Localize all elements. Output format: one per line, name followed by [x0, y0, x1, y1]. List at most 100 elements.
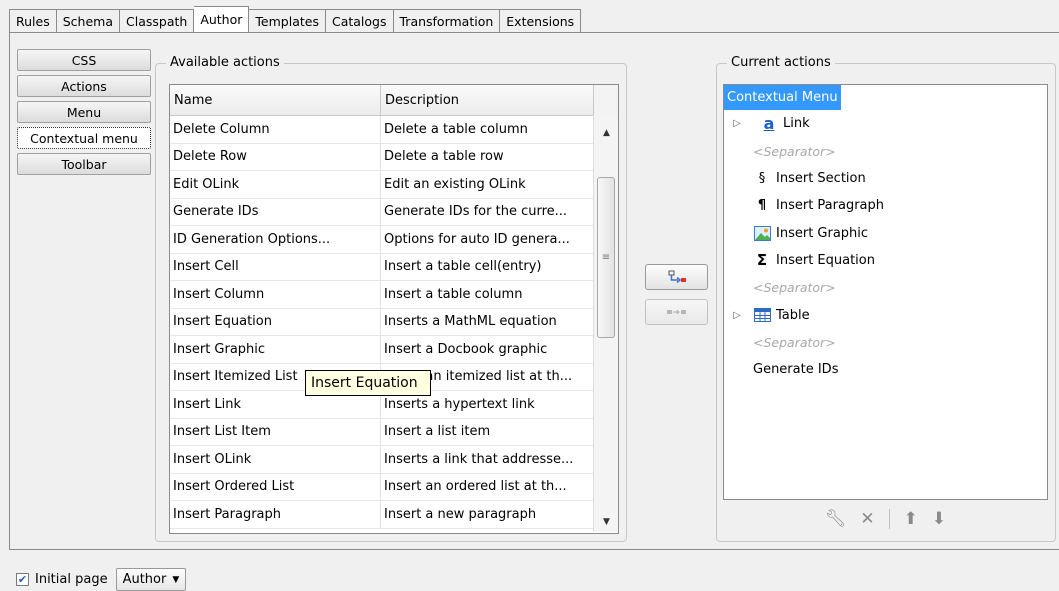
- action-description-cell: Insert a list item: [384, 424, 491, 440]
- tab-schema[interactable]: Schema: [56, 9, 120, 33]
- tab-author[interactable]: Author: [194, 6, 250, 32]
- current-actions-tree[interactable]: Contextual Menu ▷ a Link <Separator> § I…: [723, 84, 1048, 500]
- column-header-filler: [594, 85, 618, 115]
- scroll-down-icon[interactable]: ▼: [594, 512, 619, 532]
- side-tab-menu[interactable]: Menu: [17, 101, 151, 123]
- tab-catalogs[interactable]: Catalogs: [325, 9, 394, 33]
- edit-wrench-icon[interactable]: 🔧︎: [825, 509, 847, 529]
- action-description-cell: Insert a Docbook graphic: [384, 341, 548, 357]
- action-name-cell: Insert Cell: [170, 253, 381, 280]
- action-name-cell: Delete Column: [170, 116, 381, 143]
- table-header: Name Description: [170, 85, 618, 116]
- table-row[interactable]: Edit OLink Edit an existing OLink: [170, 171, 618, 199]
- action-name-cell: Generate IDs: [170, 198, 381, 225]
- action-name-cell: Insert Equation: [170, 308, 381, 335]
- side-tab-actions[interactable]: Actions: [17, 75, 151, 97]
- checkmark-icon: ✔: [17, 573, 28, 586]
- tree-separator[interactable]: <Separator>: [753, 331, 836, 353]
- pilcrow-icon: ¶: [757, 197, 767, 213]
- initial-page-checkbox[interactable]: ✔: [16, 573, 29, 586]
- action-name-cell: Insert Paragraph: [170, 501, 381, 528]
- tab-templates[interactable]: Templates: [249, 9, 326, 33]
- expand-icon[interactable]: ▷: [733, 118, 741, 129]
- table-scrollbar[interactable]: ▲ ≡ ▼: [593, 115, 618, 532]
- tab-extensions[interactable]: Extensions: [500, 9, 582, 33]
- tab-classpath[interactable]: Classpath: [120, 9, 195, 33]
- action-name-cell: Insert Graphic: [170, 336, 381, 363]
- tab-bar: Rules Schema Classpath Author Templates …: [9, 6, 582, 33]
- bottom-bar: ✔ Initial page Author ▼: [16, 568, 187, 591]
- tab-transformation[interactable]: Transformation: [393, 9, 501, 33]
- table-row[interactable]: Insert OLink Inserts a link that addresse…: [170, 446, 618, 474]
- move-down-icon[interactable]: ⬇︎: [932, 509, 946, 529]
- scroll-thumb[interactable]: ≡: [597, 177, 615, 338]
- tree-root-contextual-menu[interactable]: Contextual Menu: [724, 85, 841, 110]
- action-description-cell: Inserts a link that addresse...: [384, 451, 574, 467]
- action-name-cell: Delete Row: [170, 143, 381, 170]
- table-row[interactable]: Insert Column Insert a table column: [170, 281, 618, 309]
- link-a-icon: a: [763, 113, 775, 133]
- action-description-cell: Generate IDs for the curre...: [384, 204, 568, 220]
- image-icon: [753, 225, 771, 241]
- tree-item-insert-section[interactable]: § Insert Section: [753, 167, 866, 189]
- table-row[interactable]: Insert List Item Insert a list item: [170, 418, 618, 446]
- sigma-icon: Σ: [756, 251, 768, 269]
- delete-icon[interactable]: ✕: [860, 509, 874, 529]
- table-row[interactable]: ID Generation Options... Options for auto…: [170, 226, 618, 254]
- action-name-cell: ID Generation Options...: [170, 226, 381, 253]
- add-to-menu-icon: [668, 270, 686, 284]
- available-actions-table[interactable]: Name Description Delete Column Delete a t…: [169, 84, 619, 534]
- initial-page-select[interactable]: Author ▼: [115, 568, 187, 591]
- tree-item-generate-ids[interactable]: Generate IDs: [753, 358, 838, 380]
- remove-action-button[interactable]: [645, 299, 708, 325]
- toolbar-divider: [888, 509, 890, 529]
- action-description-cell: Insert a table cell(entry): [384, 259, 542, 275]
- action-description-cell: Edit an existing OLink: [384, 176, 526, 192]
- add-action-button[interactable]: [645, 264, 708, 290]
- table-body: Delete Column Delete a table column Delete…: [170, 116, 618, 529]
- action-name-cell: Insert Column: [170, 281, 381, 308]
- scroll-up-icon[interactable]: ▲: [594, 123, 619, 143]
- action-description-cell: Insert a table column: [384, 286, 523, 302]
- move-item-icon: [666, 309, 686, 315]
- tree-item-insert-equation[interactable]: Σ Insert Equation: [753, 249, 875, 271]
- move-up-icon[interactable]: ⬆︎: [904, 509, 918, 529]
- tree-item-insert-graphic[interactable]: Insert Graphic: [753, 222, 868, 244]
- side-tab-css[interactable]: CSS: [17, 49, 151, 71]
- action-description-cell: Insert a new paragraph: [384, 506, 537, 522]
- action-description-cell: Delete a table row: [384, 149, 504, 165]
- table-row[interactable]: Generate IDs Generate IDs for the curre..…: [170, 198, 618, 226]
- tree-toolbar: 🔧︎ ✕ ⬆︎ ⬇︎: [723, 506, 1048, 532]
- column-header-description[interactable]: Description: [381, 85, 594, 115]
- action-name-cell: Insert List Item: [170, 418, 381, 445]
- table-row[interactable]: Delete Row Delete a table row: [170, 143, 618, 171]
- action-name-cell: Edit OLink: [170, 171, 381, 198]
- action-name-cell: Insert Ordered List: [170, 473, 381, 500]
- tree-separator[interactable]: <Separator>: [753, 276, 836, 298]
- action-description-cell: Delete a table column: [384, 121, 528, 137]
- tooltip: Insert Equation: [305, 370, 431, 396]
- initial-page-label: Initial page: [35, 572, 108, 587]
- table-row[interactable]: Insert Cell Insert a table cell(entry): [170, 253, 618, 281]
- tree-separator[interactable]: <Separator>: [753, 140, 836, 162]
- table-row[interactable]: Insert Equation Inserts a MathML equation: [170, 308, 618, 336]
- table-row[interactable]: Insert Ordered List Insert an ordered lis…: [170, 473, 618, 501]
- available-actions-title: Available actions: [166, 55, 284, 70]
- section-icon: §: [758, 170, 766, 186]
- table-row[interactable]: Insert Paragraph Insert a new paragraph: [170, 501, 618, 529]
- action-name-cell: Insert OLink: [170, 446, 381, 473]
- table-row[interactable]: Delete Column Delete a table column: [170, 116, 618, 144]
- chevron-down-icon: ▼: [172, 574, 180, 585]
- table-row[interactable]: Insert Graphic Insert a Docbook graphic: [170, 336, 618, 364]
- column-header-name[interactable]: Name: [170, 85, 381, 115]
- table-icon: [753, 308, 771, 322]
- action-description-cell: Insert an ordered list at th...: [384, 479, 567, 495]
- tree-item-insert-paragraph[interactable]: ¶ Insert Paragraph: [753, 194, 884, 216]
- action-description-cell: Inserts a MathML equation: [384, 314, 557, 330]
- action-description-cell: Options for auto ID genera...: [384, 231, 570, 247]
- tab-rules[interactable]: Rules: [9, 9, 57, 33]
- current-actions-title: Current actions: [727, 55, 835, 70]
- side-tab-toolbar[interactable]: Toolbar: [17, 153, 151, 175]
- side-tab-contextual-menu[interactable]: Contextual menu: [17, 127, 151, 149]
- expand-icon[interactable]: ▷: [733, 310, 741, 321]
